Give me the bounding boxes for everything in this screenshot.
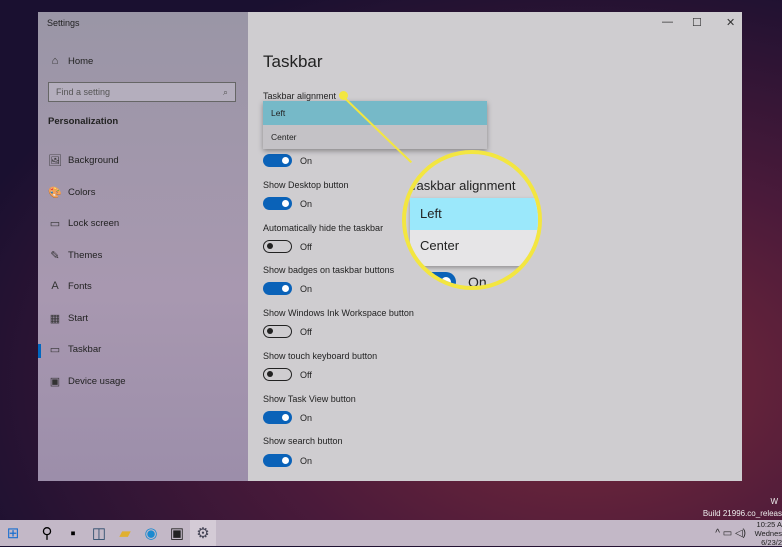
- window-title: Settings: [47, 18, 80, 28]
- search-placeholder: Find a setting: [56, 87, 111, 97]
- search-input[interactable]: Find a setting ⌕: [48, 82, 236, 102]
- sidebar-item-themes[interactable]: ✎ Themes: [48, 249, 102, 262]
- sidebar: Settings ⌂ Home Find a setting ⌕ Personali…: [38, 12, 248, 481]
- toggle-setting-7[interactable]: On: [263, 454, 312, 467]
- file-explorer-icon[interactable]: ▰: [112, 520, 138, 546]
- toggle-state: Off: [300, 326, 312, 337]
- taskbar-icon: ▭: [49, 344, 61, 356]
- toggle-setting-3[interactable]: On: [263, 282, 312, 295]
- setting-label: Show touch keyboard button: [263, 351, 378, 361]
- day: Wednes: [754, 529, 782, 538]
- toggle-state: Off: [300, 369, 312, 380]
- magnified-dropdown: Left Center: [410, 198, 538, 266]
- watermark-line-1: W: [770, 497, 778, 506]
- sidebar-item-background[interactable]: 🖼 Background: [48, 154, 119, 167]
- toggle-switch[interactable]: [263, 240, 292, 253]
- toggle-state: On: [468, 274, 487, 290]
- callout-dot: [339, 91, 348, 100]
- toggle-switch[interactable]: [263, 282, 292, 295]
- time: 10:25 A: [756, 520, 782, 529]
- settings-app-icon[interactable]: ⚙: [190, 520, 216, 546]
- toggle-state: Off: [300, 241, 312, 252]
- toggle-switch[interactable]: [263, 368, 292, 381]
- toggle-switch[interactable]: [263, 454, 292, 467]
- tray-icons[interactable]: ^ ▭ ◁): [715, 528, 746, 539]
- sidebar-item-home[interactable]: ⌂ Home: [48, 55, 94, 67]
- start-button-icon[interactable]: ⊞: [0, 520, 26, 546]
- toggle-state: On: [300, 455, 313, 466]
- setting-label: Show Windows Ink Workspace button: [263, 308, 414, 318]
- setting-label: Show badges on taskbar buttons: [263, 265, 395, 275]
- sidebar-item-device-usage[interactable]: ▣ Device usage: [48, 375, 126, 388]
- toggle-switch[interactable]: [263, 154, 292, 167]
- fonts-icon: A: [51, 280, 59, 292]
- watermark-line-2: Build 21996.co_releas: [702, 509, 782, 518]
- toggle-setting-4[interactable]: Off: [263, 325, 312, 338]
- taskbar: ⊞ ⚲ ▪ ◫ ▰ ◉ ▣ ⚙: [0, 520, 782, 546]
- magnifier-callout: Taskbar alignment Left Center On: [402, 150, 542, 290]
- sidebar-item-colors[interactable]: 🎨 Colors: [48, 186, 95, 199]
- label: Device usage: [68, 376, 126, 387]
- home-label: Home: [68, 55, 94, 67]
- lock-screen-icon: ▭: [49, 218, 61, 230]
- label: Start: [68, 313, 89, 324]
- section-heading: Personalization: [48, 116, 119, 127]
- toggle-state: On: [300, 283, 313, 294]
- sidebar-item-taskbar[interactable]: ▭ Taskbar: [48, 343, 101, 356]
- label: Fonts: [68, 280, 92, 292]
- option-left[interactable]: Left: [263, 101, 487, 125]
- setting-label: Show Task View button: [263, 394, 356, 404]
- toggle-state: On: [300, 155, 313, 166]
- toggle-setting-1[interactable]: On: [263, 197, 312, 210]
- toggle-state: On: [300, 198, 313, 209]
- home-icon: ⌂: [51, 55, 59, 67]
- sidebar-item-lock-screen[interactable]: ▭ Lock screen: [48, 217, 119, 230]
- setting-label: Automatically hide the taskbar: [263, 223, 384, 233]
- sidebar-item-start[interactable]: ▦ Start: [48, 312, 88, 325]
- start-icon: ▦: [49, 313, 61, 325]
- label: Background: [68, 155, 119, 166]
- toggle-setting-2[interactable]: Off: [263, 240, 312, 253]
- toggle-switch[interactable]: [263, 411, 292, 424]
- selected-indicator: [38, 344, 41, 358]
- toggle-switch[interactable]: [263, 325, 292, 338]
- label: Themes: [68, 250, 103, 261]
- toggle-state: On: [300, 412, 313, 423]
- magnified-option-center: Center: [420, 238, 460, 253]
- label: Colors: [68, 187, 96, 198]
- toggle-switch[interactable]: [263, 197, 292, 210]
- magnified-option-left: Left: [410, 198, 538, 230]
- picture-icon: 🖼: [48, 155, 62, 167]
- alignment-label: Taskbar alignment: [263, 91, 337, 101]
- setting-label: Show Desktop button: [263, 180, 349, 190]
- toggle-setting-0[interactable]: On: [263, 154, 312, 167]
- toggle-setting-5[interactable]: Off: [263, 368, 312, 381]
- search-icon[interactable]: ⚲: [34, 520, 60, 546]
- clock[interactable]: 10:25 A Wednes 6/23/2: [755, 520, 782, 547]
- settings-window: Settings ⌂ Home Find a setting ⌕ Personali…: [38, 12, 742, 481]
- page-title: Taskbar: [263, 52, 323, 71]
- store-icon[interactable]: ▣: [164, 520, 190, 546]
- magnified-label: Taskbar alignment: [410, 178, 516, 193]
- sidebar-item-fonts[interactable]: A Fonts: [48, 280, 92, 292]
- palette-icon: 🎨: [48, 187, 62, 199]
- label: Taskbar: [68, 344, 102, 355]
- widgets-icon[interactable]: ◫: [86, 520, 112, 546]
- setting-label: Show search button: [263, 436, 343, 446]
- search-icon: ⌕: [222, 87, 228, 97]
- task-view-icon[interactable]: ▪: [60, 520, 86, 546]
- device-usage-icon: ▣: [49, 376, 61, 388]
- brush-icon: ✎: [50, 250, 60, 262]
- label: Lock screen: [68, 218, 120, 229]
- toggle-setting-6[interactable]: On: [263, 411, 312, 424]
- edge-icon[interactable]: ◉: [138, 520, 164, 546]
